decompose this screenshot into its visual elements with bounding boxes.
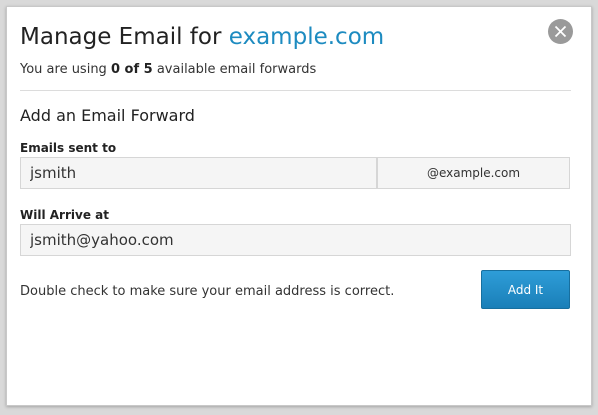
usage-text: You are using 0 of 5 available email for… [20,62,316,77]
divider [20,90,571,91]
add-it-button[interactable]: Add It [481,270,570,309]
usage-count: 0 of 5 [110,62,153,77]
manage-email-dialog: Manage Email for example.com You are usi… [6,6,592,406]
section-title: Add an Email Forward [20,106,195,125]
arrive-input[interactable] [20,224,571,256]
title-prefix: Manage Email for [20,24,222,50]
arrive-label: Will Arrive at [20,208,109,222]
usage-prefix: You are using [20,62,107,77]
close-button[interactable] [548,19,573,44]
dialog-title: Manage Email for example.com [20,24,384,50]
domain-suffix: @example.com [377,157,570,189]
sent-to-label: Emails sent to [20,141,117,155]
title-domain: example.com [228,24,385,50]
hint-text: Double check to make sure your email add… [20,284,395,299]
close-icon [554,25,567,38]
usage-suffix: available email forwards [156,62,317,77]
sent-to-input[interactable] [20,157,377,189]
